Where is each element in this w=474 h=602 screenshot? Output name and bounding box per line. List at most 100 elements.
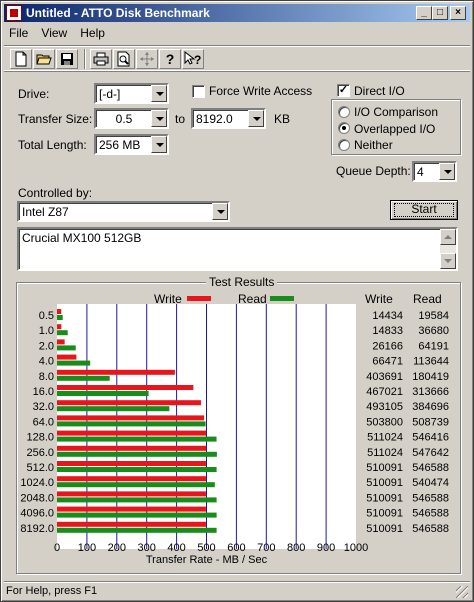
write-bar xyxy=(57,491,206,497)
close-button[interactable]: × xyxy=(450,6,466,20)
write-value: 503800 xyxy=(366,416,403,428)
io-comparison-label: I/O Comparison xyxy=(354,105,439,119)
x-axis-label: Transfer Rate - MB / Sec xyxy=(146,554,268,566)
to-label: to xyxy=(175,112,186,126)
write-bar xyxy=(57,354,77,360)
write-bar xyxy=(57,445,207,451)
resize-grip-icon[interactable] xyxy=(456,586,468,598)
chevron-down-icon[interactable] xyxy=(151,136,167,153)
x-tick-label: 1000 xyxy=(344,542,368,554)
write-bar xyxy=(57,324,62,330)
y-tick-label: 2048.0 xyxy=(20,492,54,504)
queue-depth-label: Queue Depth: xyxy=(336,164,411,178)
write-bar xyxy=(57,385,194,390)
transfer-size-to-select[interactable]: 8192.0 xyxy=(191,108,266,129)
y-tick-label: 8192.0 xyxy=(20,523,54,535)
chevron-down-icon[interactable] xyxy=(151,110,167,127)
read-value: 547642 xyxy=(412,447,449,459)
read-bar xyxy=(57,360,91,366)
total-length-value: 256 MB xyxy=(99,138,141,152)
controlled-by-select[interactable]: Intel Z87 xyxy=(17,201,230,222)
direct-io-checkbox[interactable]: ✓ xyxy=(337,84,350,97)
read-value: 384696 xyxy=(412,401,449,413)
x-tick-label: 600 xyxy=(227,542,245,554)
read-bar xyxy=(57,315,63,320)
force-write-checkbox[interactable] xyxy=(192,85,205,98)
transfer-size-from-select[interactable]: 0.5 xyxy=(94,108,169,129)
drive-select[interactable]: [-d-] xyxy=(94,83,169,104)
y-tick-label: 8.0 xyxy=(39,371,54,383)
x-tick-label: 400 xyxy=(167,542,185,554)
write-value: 510091 xyxy=(366,508,403,520)
kb-label: KB xyxy=(274,112,291,126)
x-tick-label: 700 xyxy=(257,542,275,554)
write-bar xyxy=(57,369,175,375)
x-tick-label: 0 xyxy=(54,542,60,554)
menu-file[interactable]: File xyxy=(4,24,33,42)
y-tick-label: 4.0 xyxy=(39,356,54,368)
read-value: 19584 xyxy=(418,310,449,322)
minimize-button[interactable]: _ xyxy=(416,6,432,20)
write-bar xyxy=(57,430,207,436)
write-value: 510091 xyxy=(366,462,403,474)
menu-bar: File View Help xyxy=(4,24,470,42)
neither-label: Neither xyxy=(354,138,393,152)
start-button[interactable]: Start xyxy=(390,200,458,220)
read-bar xyxy=(57,330,68,336)
write-value: 511024 xyxy=(367,447,403,459)
y-tick-label: 256.0 xyxy=(26,447,54,459)
menu-view[interactable]: View xyxy=(36,24,72,42)
read-bar xyxy=(57,375,110,381)
new-document-icon[interactable] xyxy=(10,49,32,69)
queue-depth-value: 4 xyxy=(417,165,424,179)
overlapped-io-radio[interactable] xyxy=(338,122,350,134)
drive-label: Drive: xyxy=(18,87,50,101)
chevron-down-icon[interactable] xyxy=(248,110,264,127)
queue-depth-select[interactable]: 4 xyxy=(412,161,457,182)
y-tick-label: 2.0 xyxy=(39,340,54,352)
x-tick-label: 200 xyxy=(108,542,126,554)
scroll-down-icon[interactable] xyxy=(440,253,456,269)
x-tick-label: 100 xyxy=(78,542,96,554)
read-bar xyxy=(57,391,149,396)
y-tick-label: 512.0 xyxy=(26,462,54,474)
title-bar[interactable]: Untitled - ATTO Disk Benchmark _ □ × xyxy=(4,4,470,22)
transfer-size-label: Transfer Size: xyxy=(18,112,93,126)
read-value: 546588 xyxy=(412,523,449,535)
help-question-icon[interactable]: ? xyxy=(159,49,181,69)
read-value: 540474 xyxy=(412,477,449,489)
chevron-down-icon[interactable] xyxy=(151,85,167,102)
read-value: 113644 xyxy=(413,356,449,368)
description-scrollbar[interactable] xyxy=(440,229,456,269)
read-value: 546588 xyxy=(412,492,449,504)
y-tick-label: 1.0 xyxy=(39,325,54,337)
write-value: 511024 xyxy=(367,432,403,444)
x-tick-label: 900 xyxy=(317,542,335,554)
write-bar xyxy=(57,461,206,466)
read-value: 313666 xyxy=(412,386,449,398)
context-help-icon[interactable]: ? xyxy=(182,49,204,69)
neither-radio[interactable] xyxy=(338,139,350,151)
x-tick-label: 800 xyxy=(287,542,305,554)
move-cross-icon[interactable] xyxy=(136,49,158,69)
y-tick-label: 64.0 xyxy=(33,416,54,428)
scroll-up-icon[interactable] xyxy=(440,229,456,245)
save-disk-icon[interactable] xyxy=(56,49,78,69)
open-folder-icon[interactable] xyxy=(33,49,55,69)
print-preview-icon[interactable] xyxy=(113,49,135,69)
menu-help[interactable]: Help xyxy=(75,24,110,42)
description-textarea[interactable]: Crucial MX100 512GB xyxy=(17,227,458,271)
read-bar xyxy=(57,512,217,518)
io-comparison-radio[interactable] xyxy=(338,106,350,118)
x-tick-label: 300 xyxy=(138,542,156,554)
chevron-down-icon[interactable] xyxy=(439,163,455,180)
total-length-select[interactable]: 256 MB xyxy=(94,134,169,155)
toolbar: ? ? xyxy=(4,45,470,71)
maximize-button[interactable]: □ xyxy=(432,6,448,20)
chevron-down-icon[interactable] xyxy=(212,203,228,220)
print-icon[interactable] xyxy=(90,49,112,69)
app-icon[interactable] xyxy=(6,5,22,21)
read-bar xyxy=(57,421,206,427)
write-value: 66471 xyxy=(372,356,403,368)
y-tick-label: 128.0 xyxy=(26,432,54,444)
